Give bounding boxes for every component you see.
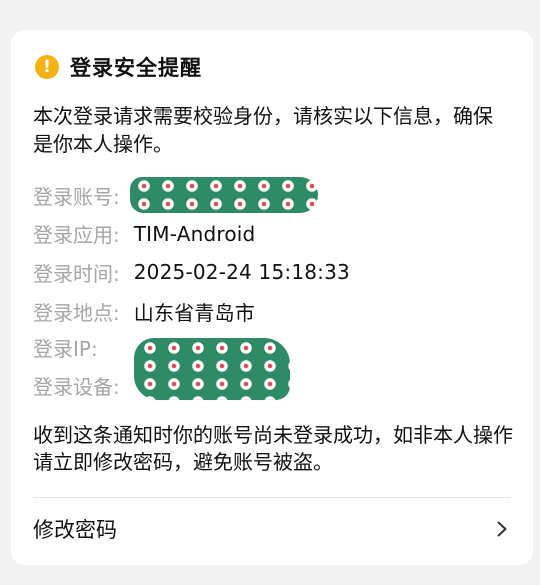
card-header: ! 登录安全提醒 (35, 52, 202, 82)
change-password-label: 修改密码 (33, 518, 117, 542)
notice-text: 收到这条通知时你的账号尚未登录成功，如非本人操作请立即修改密码，避免账号被盗。 (33, 423, 513, 474)
info-label-account: 登录账号: (33, 184, 120, 209)
info-row-ip: 登录IP: 登录设备: (33, 330, 513, 407)
info-value-location: 山东省青岛市 (133, 300, 255, 325)
info-row-account: 登录账号: (33, 176, 513, 215)
info-label-location: 登录地点: (33, 300, 120, 325)
chevron-right-icon (497, 521, 507, 537)
info-value-app: TIM-Android (133, 221, 256, 246)
change-password-button[interactable]: 修改密码 (11, 498, 533, 558)
info-label-time: 登录时间: (33, 261, 120, 286)
info-label-app: 登录应用: (33, 223, 120, 248)
redaction-sticker (129, 177, 318, 214)
security-alert-card: ! 登录安全提醒 本次登录请求需要校验身份，请核实以下信息，确保是你本人操作。 … (11, 30, 533, 565)
info-value-time: 2025-02-24 15:18:33 (133, 260, 350, 285)
card-title: 登录安全提醒 (70, 56, 202, 80)
info-label-ip: 登录IP: (33, 337, 98, 362)
warning-icon: ! (35, 55, 59, 79)
login-info-list: 登录账号: 登录应用: TIM-Android 登录时间: 2025-02-24… (33, 176, 513, 407)
intro-text: 本次登录请求需要校验身份，请核实以下信息，确保是你本人操作。 (33, 104, 493, 156)
info-label-device: 登录设备: (33, 375, 120, 400)
info-row-time: 登录时间: 2025-02-24 15:18:33 (33, 253, 513, 292)
redaction-sticker (133, 338, 290, 401)
info-row-location: 登录地点: 山东省青岛市 (33, 292, 513, 331)
info-row-app: 登录应用: TIM-Android (33, 215, 513, 254)
